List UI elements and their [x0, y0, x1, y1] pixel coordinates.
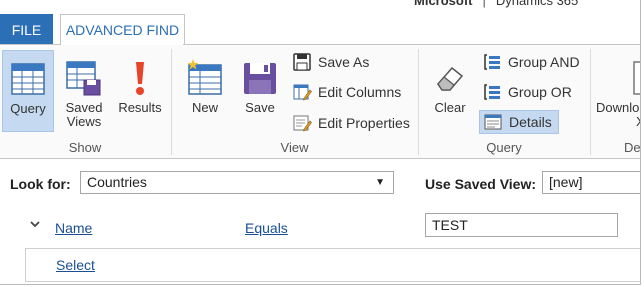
- edit-columns-icon: [293, 84, 312, 101]
- chevron-down-icon[interactable]: [29, 218, 41, 230]
- download-excel-icon: [633, 61, 640, 95]
- condition-operator-link[interactable]: Equals: [245, 220, 288, 236]
- look-for-label: Look for:: [10, 176, 71, 192]
- group-and-icon: [484, 54, 500, 70]
- tab-advanced-find[interactable]: ADVANCED FIND: [60, 14, 185, 45]
- advanced-find-window: Microsoft | Dynamics 365 FILE ADVANCED FIN…: [0, 0, 641, 285]
- save-as-button[interactable]: Save As: [292, 50, 369, 74]
- ribbon: Query Saved Views Results Show New Save …: [0, 45, 641, 159]
- saved-views-label-line1: Saved: [65, 100, 103, 115]
- brand-separator: |: [482, 0, 486, 8]
- clear-button[interactable]: Clear: [427, 50, 473, 132]
- details-label: Details: [509, 114, 552, 130]
- look-for-select[interactable]: Countries ▼: [80, 171, 394, 194]
- brand-vendor: Microsoft: [414, 0, 473, 8]
- save-as-label: Save As: [318, 54, 370, 70]
- exclamation-icon: [136, 62, 144, 95]
- edit-columns-button[interactable]: Edit Columns: [292, 80, 401, 104]
- results-button[interactable]: Results: [115, 50, 165, 132]
- saved-views-icon: [66, 61, 101, 96]
- group-or-button[interactable]: Group OR: [482, 80, 572, 104]
- saved-views-button[interactable]: Saved Views: [59, 50, 109, 132]
- show-group-label: Show: [68, 140, 102, 155]
- edit-properties-button[interactable]: Edit Properties: [292, 111, 410, 135]
- query-group-label: Query: [486, 140, 522, 155]
- new-condition-row: [25, 248, 640, 282]
- new-query-icon: [187, 59, 222, 95]
- condition-value-input[interactable]: TEST: [425, 213, 618, 237]
- new-label: New: [191, 100, 218, 115]
- download-button[interactable]: Downlo X: [596, 50, 640, 132]
- dropdown-arrow-icon: ▼: [375, 177, 385, 188]
- saved-view-label: Use Saved View:: [425, 176, 537, 192]
- query-grid-icon: [11, 63, 45, 95]
- edit-columns-label: Edit Columns: [318, 84, 402, 100]
- group-or-icon: [484, 84, 500, 100]
- brand-product: Dynamics 365: [495, 0, 579, 8]
- clear-label: Clear: [434, 100, 466, 115]
- query-button[interactable]: Query: [2, 50, 54, 132]
- query-label: Query: [10, 101, 46, 116]
- edit-properties-label: Edit Properties: [318, 115, 410, 131]
- save-disk-icon: [244, 63, 276, 94]
- saved-views-label-line2: Views: [66, 114, 102, 129]
- view-group-label: View: [280, 140, 309, 155]
- group-or-label: Group OR: [508, 84, 572, 100]
- select-field-link[interactable]: Select: [56, 257, 95, 273]
- tab-file[interactable]: FILE: [0, 14, 53, 44]
- edit-properties-icon: [293, 115, 312, 132]
- save-as-icon: [293, 53, 311, 71]
- new-button[interactable]: New: [180, 50, 230, 132]
- save-button[interactable]: Save: [236, 50, 284, 132]
- download-group-label: De: [624, 140, 641, 155]
- results-label: Results: [118, 100, 162, 115]
- brand-header: Microsoft | Dynamics 365: [414, 0, 578, 8]
- download-label-line1: Downlo: [596, 100, 640, 115]
- details-icon: [484, 114, 502, 130]
- group-and-button[interactable]: Group AND: [482, 50, 580, 74]
- condition-field-link[interactable]: Name: [55, 220, 92, 236]
- look-for-value: Countries: [87, 174, 147, 190]
- save-label: Save: [245, 100, 275, 115]
- saved-view-select[interactable]: [new]: [542, 171, 640, 194]
- download-label-line2: X: [596, 115, 640, 129]
- details-button[interactable]: Details: [479, 110, 559, 134]
- group-and-label: Group AND: [508, 54, 580, 70]
- eraser-icon: [437, 66, 464, 91]
- saved-view-value: [new]: [549, 174, 583, 190]
- group-separator: [590, 49, 591, 155]
